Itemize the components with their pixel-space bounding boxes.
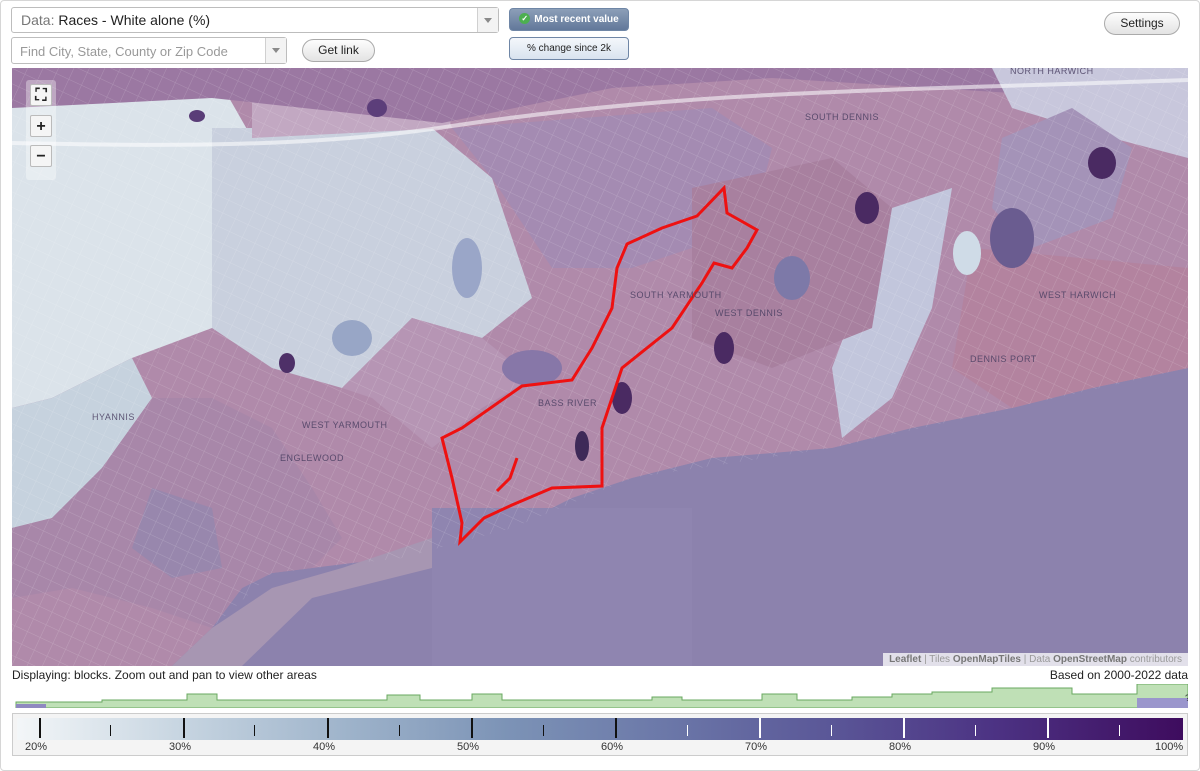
map[interactable]: ⛶ + − NORTH HARWICH SOUTH DENNIS SOUTH Y… (12, 68, 1188, 666)
chevron-down-icon[interactable] (265, 38, 286, 63)
settings-button[interactable]: Settings (1104, 12, 1180, 35)
location-search-input[interactable] (18, 42, 270, 61)
most-recent-value-button[interactable]: ✓ Most recent value (509, 8, 629, 31)
fullscreen-icon[interactable]: ⛶ (30, 84, 52, 106)
place-label: WEST HARWICH (1039, 290, 1117, 300)
legend-label: 90% (1033, 741, 1056, 753)
legend-label: 60% (601, 741, 624, 753)
place-label: NORTH HARWICH (1010, 68, 1094, 76)
place-label: ENGLEWOOD (280, 453, 345, 463)
legend-label: 80% (889, 741, 912, 753)
displaying-text: Displaying: blocks. Zoom out and pan to … (12, 668, 317, 682)
location-search[interactable] (11, 37, 287, 64)
openmaptiles-link[interactable]: OpenMapTiles (953, 654, 1021, 665)
place-label: WEST YARMOUTH (302, 420, 388, 430)
legend-label: 100% (1155, 741, 1184, 753)
legend-label: 20% (25, 741, 48, 753)
zoom-out-button[interactable]: − (30, 145, 52, 167)
place-label: SOUTH DENNIS (805, 112, 880, 122)
place-label: WEST DENNIS (715, 308, 783, 318)
histogram: ? (15, 684, 1188, 708)
data-select-text: Data: Races - White alone (%) (21, 12, 211, 28)
zoom-in-button[interactable]: + (30, 115, 52, 137)
checkmark-icon: ✓ (519, 12, 531, 24)
legend-label: 40% (313, 741, 336, 753)
leaflet-link[interactable]: Leaflet (889, 654, 921, 665)
place-label: SOUTH YARMOUTH (630, 290, 722, 300)
map-layer (12, 68, 1188, 666)
place-label: DENNIS PORT (970, 354, 1037, 364)
data-select[interactable]: Data: Races - White alone (%) (11, 7, 499, 33)
based-on-text: Based on 2000-2022 data (1049, 668, 1188, 682)
legend-label: 30% (169, 741, 192, 753)
chevron-down-icon[interactable] (477, 8, 498, 32)
pct-change-button[interactable]: % change since 2k (509, 37, 629, 60)
svg-text:?: ? (1185, 693, 1188, 703)
place-label: BASS RIVER (538, 398, 598, 408)
legend-label: 70% (745, 741, 768, 753)
map-attribution: Leaflet | Tiles OpenMapTiles | Data Open… (883, 653, 1188, 666)
legend-label: 50% (457, 741, 480, 753)
osm-link[interactable]: OpenStreetMap (1053, 654, 1127, 665)
color-legend: 20% 30% 40% 50% 60% 70% 80% 90% 100% (12, 713, 1188, 756)
legend-gradient (17, 718, 1183, 740)
get-link-button[interactable]: Get link (302, 39, 375, 62)
place-label: HYANNIS (92, 412, 135, 422)
